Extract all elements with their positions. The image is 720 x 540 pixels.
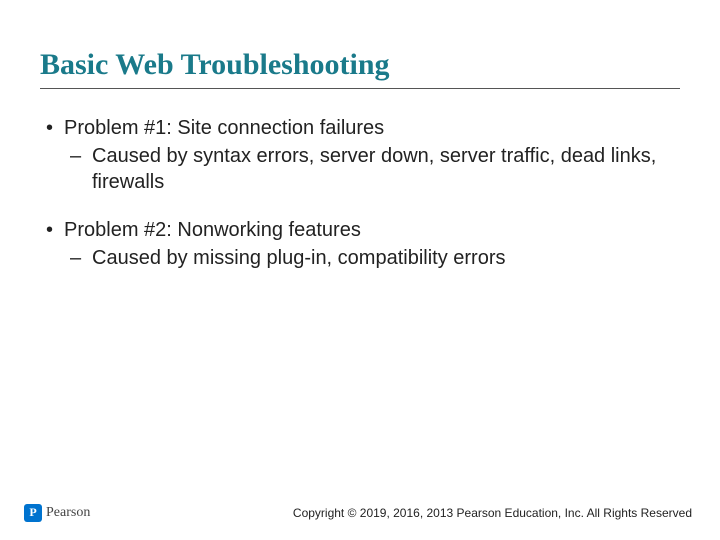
bullet-text: Problem #1: Site connection failures xyxy=(64,117,384,139)
pearson-logo-icon xyxy=(24,504,42,522)
pearson-logo: Pearson xyxy=(24,504,90,522)
bullet-text: Problem #2: Nonworking features xyxy=(64,219,361,241)
pearson-logo-text: Pearson xyxy=(46,505,90,521)
sub-list: Caused by missing plug-in, compatibility… xyxy=(64,245,680,271)
sub-list: Caused by syntax errors, server down, se… xyxy=(64,143,680,195)
sub-item: Caused by missing plug-in, compatibility… xyxy=(64,245,680,271)
slide-footer: Pearson Copyright © 2019, 2016, 2013 Pea… xyxy=(0,504,720,522)
sub-item: Caused by syntax errors, server down, se… xyxy=(64,143,680,195)
bullet-list: Problem #1: Site connection failures Cau… xyxy=(40,115,680,271)
title-divider xyxy=(40,88,680,89)
bullet-item: Problem #1: Site connection failures Cau… xyxy=(40,115,680,195)
slide: Basic Web Troubleshooting Problem #1: Si… xyxy=(0,0,720,540)
bullet-item: Problem #2: Nonworking features Caused b… xyxy=(40,217,680,271)
slide-title: Basic Web Troubleshooting xyxy=(40,48,680,82)
copyright-text: Copyright © 2019, 2016, 2013 Pearson Edu… xyxy=(293,506,692,520)
